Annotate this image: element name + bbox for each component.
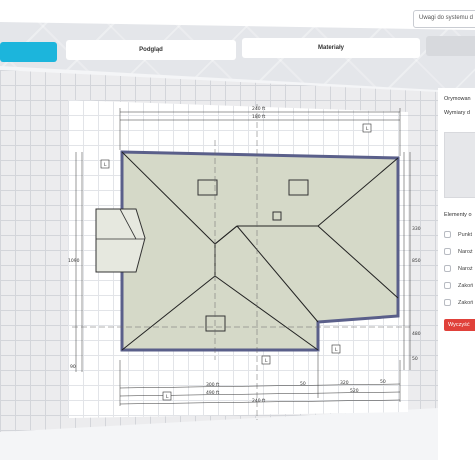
orientation-label: Orymowan [444,96,471,102]
dim-label: 50 [300,381,306,387]
clear-button[interactable]: Wyczyść [444,319,475,331]
dim-label: 1090 [68,258,80,264]
dim-label: 90 [70,364,76,370]
right-dimensions [403,152,411,370]
option-label: Naroż [458,266,473,272]
dim-label: 850 [412,258,421,264]
dim-label: 50 [380,379,386,385]
dim-label: 490 ft [206,390,220,396]
bottom-dimensions [119,352,401,406]
dim-label: 240 ft [252,106,266,112]
dim-label: 320 [340,380,349,386]
option-checkbox[interactable] [444,299,451,306]
roof-outline [120,150,400,352]
option-checkbox[interactable] [444,282,451,289]
option-label: Zakoń [458,300,474,306]
dim-label: 480 [412,331,421,337]
app-window: Uwagi do systemu d Podgląd Materiały 240… [0,0,475,460]
option-label: Naroż [458,249,473,255]
option-label: Punkt [458,232,473,238]
elements-title: Elementy o [444,212,472,218]
option-label: Zakoń [458,283,474,289]
dimensions-label: Wymiary d [444,110,470,116]
dim-label: 50 [412,356,418,362]
roof-plan[interactable]: 240 ft 180 ft 300 ft 50 320 50 490 ft 52… [0,0,475,460]
option-checkbox[interactable] [444,248,451,255]
annex-roof [95,208,146,273]
side-panel: Orymowan Wymiary d Elementy o Punkt Naro… [438,88,475,460]
dim-label: 180 ft [252,114,266,120]
option-checkbox[interactable] [444,265,451,272]
dim-label: 240 ft [252,398,266,404]
option-checkbox[interactable] [444,231,451,238]
dim-label: 520 [350,388,359,394]
preview-box [444,132,475,198]
dim-label: 300 ft [206,382,220,388]
dim-label: 330 [412,226,421,232]
